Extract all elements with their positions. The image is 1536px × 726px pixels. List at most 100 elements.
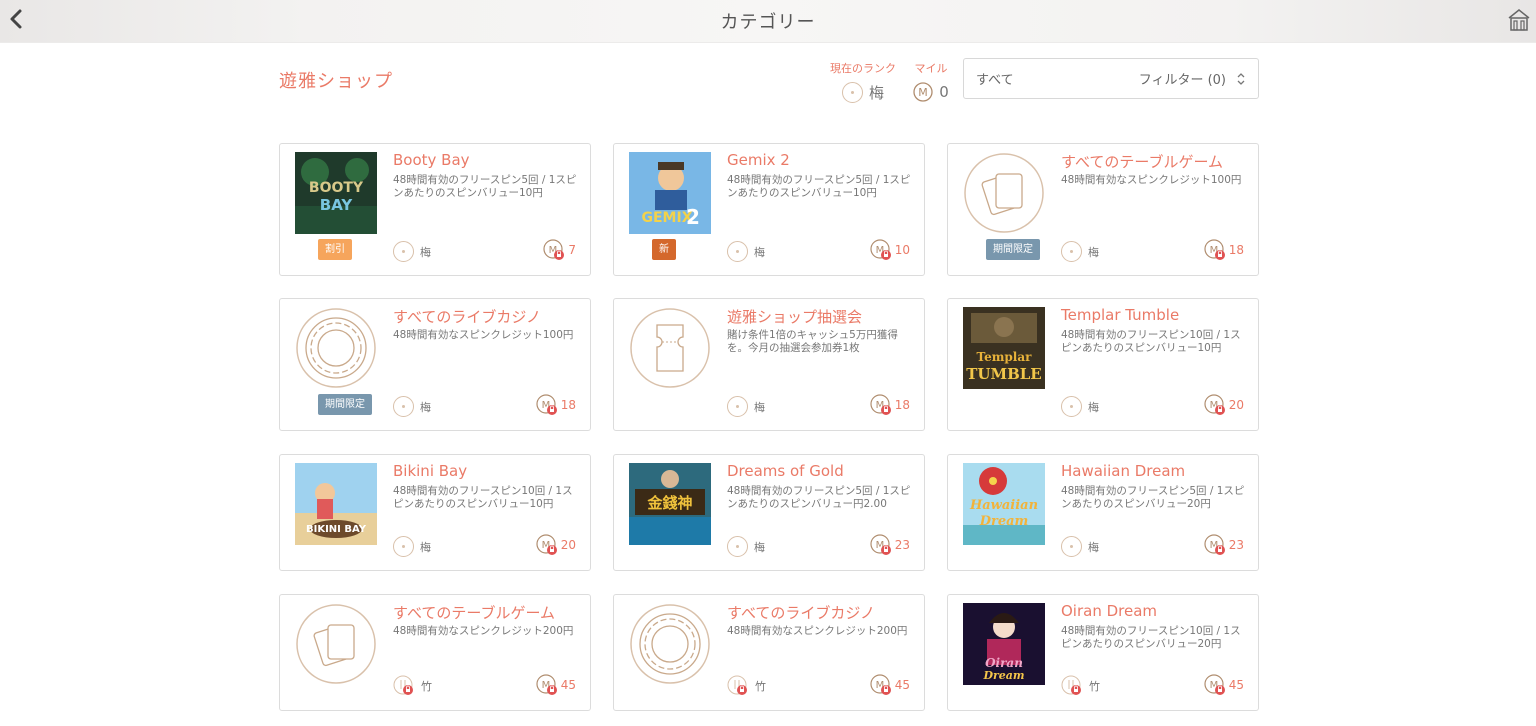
shop-item-card[interactable]: BOOTY BAY 割引 Booty Bay 48時間有効のフリースピン5回 / 1ス…: [279, 143, 591, 276]
item-miles: M 20: [1203, 393, 1244, 417]
item-description: 48時間有効なスピンクレジット100円: [393, 329, 574, 341]
status-badge: 新: [652, 239, 676, 260]
item-rank-value: 梅: [754, 245, 765, 259]
item-rank-value: 梅: [420, 400, 431, 414]
shop-item-card[interactable]: BIKINI BAY Bikini Bay 48時間有効のフリースピン10回 / 1…: [279, 454, 591, 571]
cards-icon: [963, 152, 1045, 234]
shop-item-card[interactable]: 期間限定 すべてのライブカジノ 48時間有効なスピンクレジット100円梅 M 18: [279, 298, 591, 431]
item-miles-value: 18: [1228, 243, 1244, 257]
shop-item-card[interactable]: 遊雅ショップ抽選会 賭け条件1倍のキャッシュ5万円獲得を。今月の抽選会参加券1枚梅…: [613, 298, 925, 431]
mile-lock-icon: M: [1204, 674, 1225, 695]
svg-text:M: M: [918, 86, 928, 99]
item-rank: 梅: [393, 396, 431, 417]
rank-icon: [393, 536, 414, 557]
rank-icon: [1061, 396, 1082, 417]
svg-text:Hawaiian: Hawaiian: [969, 498, 1038, 513]
rank-icon: [393, 396, 414, 417]
item-title: Bikini Bay: [393, 462, 468, 480]
oiran-dream-thumbnail: Oiran Dream: [963, 603, 1045, 685]
mile-lock-icon: M: [1204, 394, 1225, 415]
mile-lock-icon: M: [1204, 534, 1225, 555]
item-miles-value: 23: [1228, 538, 1244, 552]
item-title: 遊雅ショップ抽選会: [727, 308, 863, 326]
mile-lock-icon: M: [543, 239, 565, 260]
item-miles: M 23: [869, 533, 910, 557]
shop-item-card[interactable]: GEMIX 2 新 Gemix 2 48時間有効のフリースピン5回 / 1スピンあたり…: [613, 143, 925, 276]
booty-bay-thumbnail: BOOTY BAY: [295, 152, 377, 234]
svg-text:Oiran: Oiran: [985, 656, 1023, 670]
rank-icon: [727, 536, 748, 557]
item-title: すべてのテーブルゲーム: [1061, 153, 1224, 171]
shop-item-card[interactable]: すべてのライブカジノ 48時間有効なスピンクレジット200円竹 M 45: [613, 594, 925, 711]
svg-text:Dream: Dream: [979, 514, 1029, 529]
rank-lock-icon: [1061, 675, 1081, 695]
shop-item-card[interactable]: Oiran Dream Oiran Dream 48時間有効のフリースピン10回 /…: [947, 594, 1259, 711]
item-rank: 梅: [1061, 396, 1099, 417]
home-icon[interactable]: [1506, 7, 1532, 33]
rank-lock-icon: [393, 675, 413, 695]
item-description: 48時間有効のフリースピン5回 / 1スピンあたりのスピンバリュー10円: [727, 174, 911, 199]
item-miles-value: 45: [894, 678, 910, 692]
item-rank: 梅: [727, 536, 765, 557]
item-miles-value: 20: [1228, 398, 1244, 412]
item-description: 48時間有効のフリースピン10回 / 1スピンあたりのスピンバリュー20円: [1061, 625, 1241, 650]
shop-item-card[interactable]: すべてのテーブルゲーム 48時間有効なスピンクレジット200円竹 M 45: [279, 594, 591, 711]
item-title: Templar Tumble: [1061, 306, 1180, 324]
filter-selected: すべて: [976, 73, 1014, 88]
cards-icon: [295, 603, 377, 685]
item-description: 48時間有効のフリースピン5回 / 1スピンあたりのスピンバリュー20円: [1061, 485, 1245, 510]
item-title: すべてのライブカジノ: [727, 604, 876, 622]
item-miles: M 10: [869, 238, 910, 262]
item-miles-value: 10: [894, 243, 910, 257]
item-description: 48時間有効のフリースピン10回 / 1スピンあたりのスピンバリュー10円: [393, 485, 573, 510]
item-description: 48時間有効のフリースピン5回 / 1スピンあたりのスピンバリュー10円: [393, 174, 577, 199]
item-description: 48時間有効なスピンクレジット200円: [727, 625, 908, 637]
item-rank-value: 梅: [754, 400, 765, 414]
top-bar: カテゴリー: [0, 0, 1536, 43]
shop-item-card[interactable]: Templar TUMBLE Templar Tumble 48時間有効のフリースピ…: [947, 298, 1259, 431]
rank-icon: [727, 396, 748, 417]
item-rank: 梅: [727, 396, 765, 417]
svg-text:TUMBLE: TUMBLE: [966, 365, 1042, 383]
rank-icon: [841, 82, 863, 103]
item-description: 48時間有効のフリースピン10回 / 1スピンあたりのスピンバリュー10円: [1061, 329, 1241, 354]
shop-title: 遊雅ショップ: [279, 71, 393, 92]
item-miles: M 20: [535, 533, 576, 557]
item-title: Dreams of Gold: [727, 462, 844, 480]
gemix-2-thumbnail: GEMIX 2: [629, 152, 711, 234]
shop-item-card[interactable]: 金錢神 Dreams of Gold 48時間有効のフリースピン5回 / 1スピンあ…: [613, 454, 925, 571]
filter-label: フィルター (0): [1138, 73, 1226, 88]
item-title: Gemix 2: [727, 151, 790, 169]
miles-balance: マイル M 0: [906, 60, 956, 102]
item-rank: 竹: [393, 675, 432, 697]
svg-text:BAY: BAY: [320, 196, 354, 214]
item-miles-value: 18: [894, 398, 910, 412]
chip-icon: [629, 603, 711, 685]
mile-lock-icon: M: [536, 394, 557, 415]
miles-value: 0: [939, 83, 949, 101]
mile-lock-icon: M: [870, 394, 891, 415]
current-rank: 現在のランク 梅: [828, 60, 898, 103]
mile-lock-icon: M: [870, 674, 891, 695]
item-title: すべてのライブカジノ: [393, 308, 542, 326]
filter-select[interactable]: すべて フィルター (0): [963, 58, 1259, 99]
item-title: Booty Bay: [393, 151, 470, 169]
mile-lock-icon: M: [870, 534, 891, 555]
mile-lock-icon: M: [536, 534, 557, 555]
rank-lock-icon: [727, 675, 747, 695]
item-rank: 梅: [393, 536, 431, 557]
shop-item-card[interactable]: 期間限定 すべてのテーブルゲーム 48時間有効なスピンクレジット100円梅 M 18: [947, 143, 1259, 276]
item-miles: M 23: [1203, 533, 1244, 557]
hawaiian-dream-thumbnail: Hawaiian Dream: [963, 463, 1045, 545]
rank-label: 現在のランク: [830, 62, 896, 75]
status-badge: 割引: [318, 239, 352, 260]
status-badge: 期間限定: [318, 394, 372, 415]
shop-item-card[interactable]: Hawaiian Dream Hawaiian Dream 48時間有効のフリースピ…: [947, 454, 1259, 571]
svg-text:Dream: Dream: [982, 669, 1024, 682]
rank-icon: [393, 241, 414, 262]
item-description: 48時間有効のフリースピン5回 / 1スピンあたりのスピンバリュー円2.00: [727, 485, 911, 510]
item-rank: 梅: [1061, 241, 1099, 262]
item-miles-value: 45: [560, 678, 576, 692]
item-description: 48時間有効なスピンクレジット200円: [393, 625, 574, 637]
svg-text:2: 2: [686, 205, 700, 229]
